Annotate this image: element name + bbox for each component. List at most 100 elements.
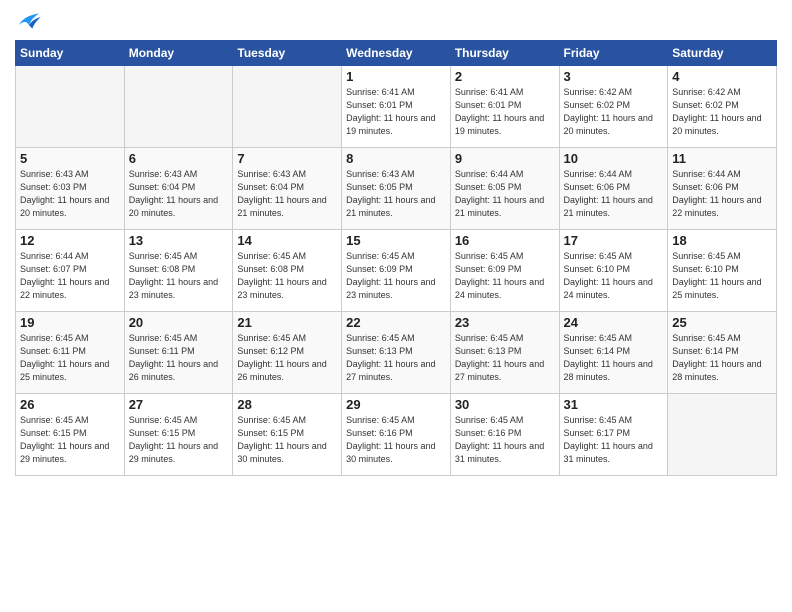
day-cell: 15 Sunrise: 6:45 AM Sunset: 6:09 PM Dayli… [342,230,451,312]
day-cell [233,66,342,148]
day-cell: 29 Sunrise: 6:45 AM Sunset: 6:16 PM Dayli… [342,394,451,476]
day-cell: 25 Sunrise: 6:45 AM Sunset: 6:14 PM Dayli… [668,312,777,394]
day-cell: 5Sunrise: 6:43 AM Sunset: 6:03 PM Daylig… [16,148,125,230]
day-info: Sunrise: 6:45 AM Sunset: 6:13 PM Dayligh… [455,332,555,384]
day-cell: 9Sunrise: 6:44 AM Sunset: 6:05 PM Daylig… [450,148,559,230]
day-number: 21 [237,315,337,330]
day-info: Sunrise: 6:45 AM Sunset: 6:15 PM Dayligh… [20,414,120,466]
day-info: Sunrise: 6:41 AM Sunset: 6:01 PM Dayligh… [346,86,446,138]
day-number: 1 [346,69,446,84]
day-number: 17 [564,233,664,248]
day-cell: 2 Sunrise: 6:41 AM Sunset: 6:01 PM Daylig… [450,66,559,148]
day-cell: 28Sunrise: 6:45 AM Sunset: 6:15 PM Dayli… [233,394,342,476]
day-cell: 30 Sunrise: 6:45 AM Sunset: 6:16 PM Dayli… [450,394,559,476]
day-number: 11 [672,151,772,166]
week-row-3: 12Sunrise: 6:44 AM Sunset: 6:07 PM Dayli… [16,230,777,312]
day-number: 6 [129,151,229,166]
logo [15,10,47,32]
day-cell: 24Sunrise: 6:45 AM Sunset: 6:14 PM Dayli… [559,312,668,394]
day-number: 14 [237,233,337,248]
day-cell: 22 Sunrise: 6:45 AM Sunset: 6:13 PM Dayli… [342,312,451,394]
header [15,10,777,32]
day-info: Sunrise: 6:45 AM Sunset: 6:16 PM Dayligh… [346,414,446,466]
day-info: Sunrise: 6:45 AM Sunset: 6:11 PM Dayligh… [129,332,229,384]
day-number: 25 [672,315,772,330]
day-number: 31 [564,397,664,412]
day-number: 5 [20,151,120,166]
day-cell: 11 Sunrise: 6:44 AM Sunset: 6:06 PM Dayli… [668,148,777,230]
col-header-sunday: Sunday [16,41,125,66]
day-cell: 3 Sunrise: 6:42 AM Sunset: 6:02 PM Daylig… [559,66,668,148]
day-info: Sunrise: 6:45 AM Sunset: 6:09 PM Dayligh… [346,250,446,302]
day-number: 16 [455,233,555,248]
day-number: 9 [455,151,555,166]
day-number: 10 [564,151,664,166]
day-number: 7 [237,151,337,166]
day-cell: 1 Sunrise: 6:41 AM Sunset: 6:01 PM Daylig… [342,66,451,148]
day-info: Sunrise: 6:43 AM Sunset: 6:05 PM Dayligh… [346,168,446,220]
day-cell: 6 Sunrise: 6:43 AM Sunset: 6:04 PM Daylig… [124,148,233,230]
day-info: Sunrise: 6:45 AM Sunset: 6:08 PM Dayligh… [237,250,337,302]
col-header-monday: Monday [124,41,233,66]
day-cell: 8Sunrise: 6:43 AM Sunset: 6:05 PM Daylig… [342,148,451,230]
col-header-saturday: Saturday [668,41,777,66]
day-cell: 10Sunrise: 6:44 AM Sunset: 6:06 PM Dayli… [559,148,668,230]
day-info: Sunrise: 6:44 AM Sunset: 6:07 PM Dayligh… [20,250,120,302]
day-info: Sunrise: 6:45 AM Sunset: 6:17 PM Dayligh… [564,414,664,466]
day-info: Sunrise: 6:43 AM Sunset: 6:04 PM Dayligh… [237,168,337,220]
day-number: 19 [20,315,120,330]
day-cell [124,66,233,148]
day-info: Sunrise: 6:43 AM Sunset: 6:04 PM Dayligh… [129,168,229,220]
col-header-wednesday: Wednesday [342,41,451,66]
day-info: Sunrise: 6:45 AM Sunset: 6:13 PM Dayligh… [346,332,446,384]
day-info: Sunrise: 6:45 AM Sunset: 6:08 PM Dayligh… [129,250,229,302]
day-cell: 13 Sunrise: 6:45 AM Sunset: 6:08 PM Dayli… [124,230,233,312]
day-cell: 26 Sunrise: 6:45 AM Sunset: 6:15 PM Dayli… [16,394,125,476]
day-cell [16,66,125,148]
week-row-4: 19 Sunrise: 6:45 AM Sunset: 6:11 PM Dayli… [16,312,777,394]
day-info: Sunrise: 6:45 AM Sunset: 6:11 PM Dayligh… [20,332,120,384]
day-info: Sunrise: 6:45 AM Sunset: 6:10 PM Dayligh… [564,250,664,302]
day-info: Sunrise: 6:41 AM Sunset: 6:01 PM Dayligh… [455,86,555,138]
day-cell: 23 Sunrise: 6:45 AM Sunset: 6:13 PM Dayli… [450,312,559,394]
day-cell: 21 Sunrise: 6:45 AM Sunset: 6:12 PM Dayli… [233,312,342,394]
day-cell: 12Sunrise: 6:44 AM Sunset: 6:07 PM Dayli… [16,230,125,312]
day-info: Sunrise: 6:42 AM Sunset: 6:02 PM Dayligh… [672,86,772,138]
day-info: Sunrise: 6:45 AM Sunset: 6:10 PM Dayligh… [672,250,772,302]
day-number: 15 [346,233,446,248]
day-number: 20 [129,315,229,330]
day-info: Sunrise: 6:45 AM Sunset: 6:12 PM Dayligh… [237,332,337,384]
day-headers-row: SundayMondayTuesdayWednesdayThursdayFrid… [16,41,777,66]
day-number: 28 [237,397,337,412]
day-number: 18 [672,233,772,248]
col-header-tuesday: Tuesday [233,41,342,66]
day-number: 3 [564,69,664,84]
day-info: Sunrise: 6:42 AM Sunset: 6:02 PM Dayligh… [564,86,664,138]
day-cell: 7 Sunrise: 6:43 AM Sunset: 6:04 PM Daylig… [233,148,342,230]
day-cell: 14 Sunrise: 6:45 AM Sunset: 6:08 PM Dayli… [233,230,342,312]
logo-bird-icon [15,10,43,32]
day-info: Sunrise: 6:45 AM Sunset: 6:15 PM Dayligh… [129,414,229,466]
calendar-header: SundayMondayTuesdayWednesdayThursdayFrid… [16,41,777,66]
day-info: Sunrise: 6:44 AM Sunset: 6:06 PM Dayligh… [672,168,772,220]
col-header-thursday: Thursday [450,41,559,66]
day-number: 23 [455,315,555,330]
day-info: Sunrise: 6:45 AM Sunset: 6:16 PM Dayligh… [455,414,555,466]
page: SundayMondayTuesdayWednesdayThursdayFrid… [0,0,792,491]
day-info: Sunrise: 6:45 AM Sunset: 6:09 PM Dayligh… [455,250,555,302]
day-cell: 4 Sunrise: 6:42 AM Sunset: 6:02 PM Daylig… [668,66,777,148]
week-row-1: 1 Sunrise: 6:41 AM Sunset: 6:01 PM Daylig… [16,66,777,148]
day-number: 26 [20,397,120,412]
day-number: 22 [346,315,446,330]
day-number: 13 [129,233,229,248]
day-number: 2 [455,69,555,84]
col-header-friday: Friday [559,41,668,66]
day-number: 30 [455,397,555,412]
day-info: Sunrise: 6:45 AM Sunset: 6:14 PM Dayligh… [672,332,772,384]
day-number: 4 [672,69,772,84]
day-number: 24 [564,315,664,330]
day-cell: 31 Sunrise: 6:45 AM Sunset: 6:17 PM Dayli… [559,394,668,476]
day-cell [668,394,777,476]
day-cell: 20 Sunrise: 6:45 AM Sunset: 6:11 PM Dayli… [124,312,233,394]
day-number: 29 [346,397,446,412]
